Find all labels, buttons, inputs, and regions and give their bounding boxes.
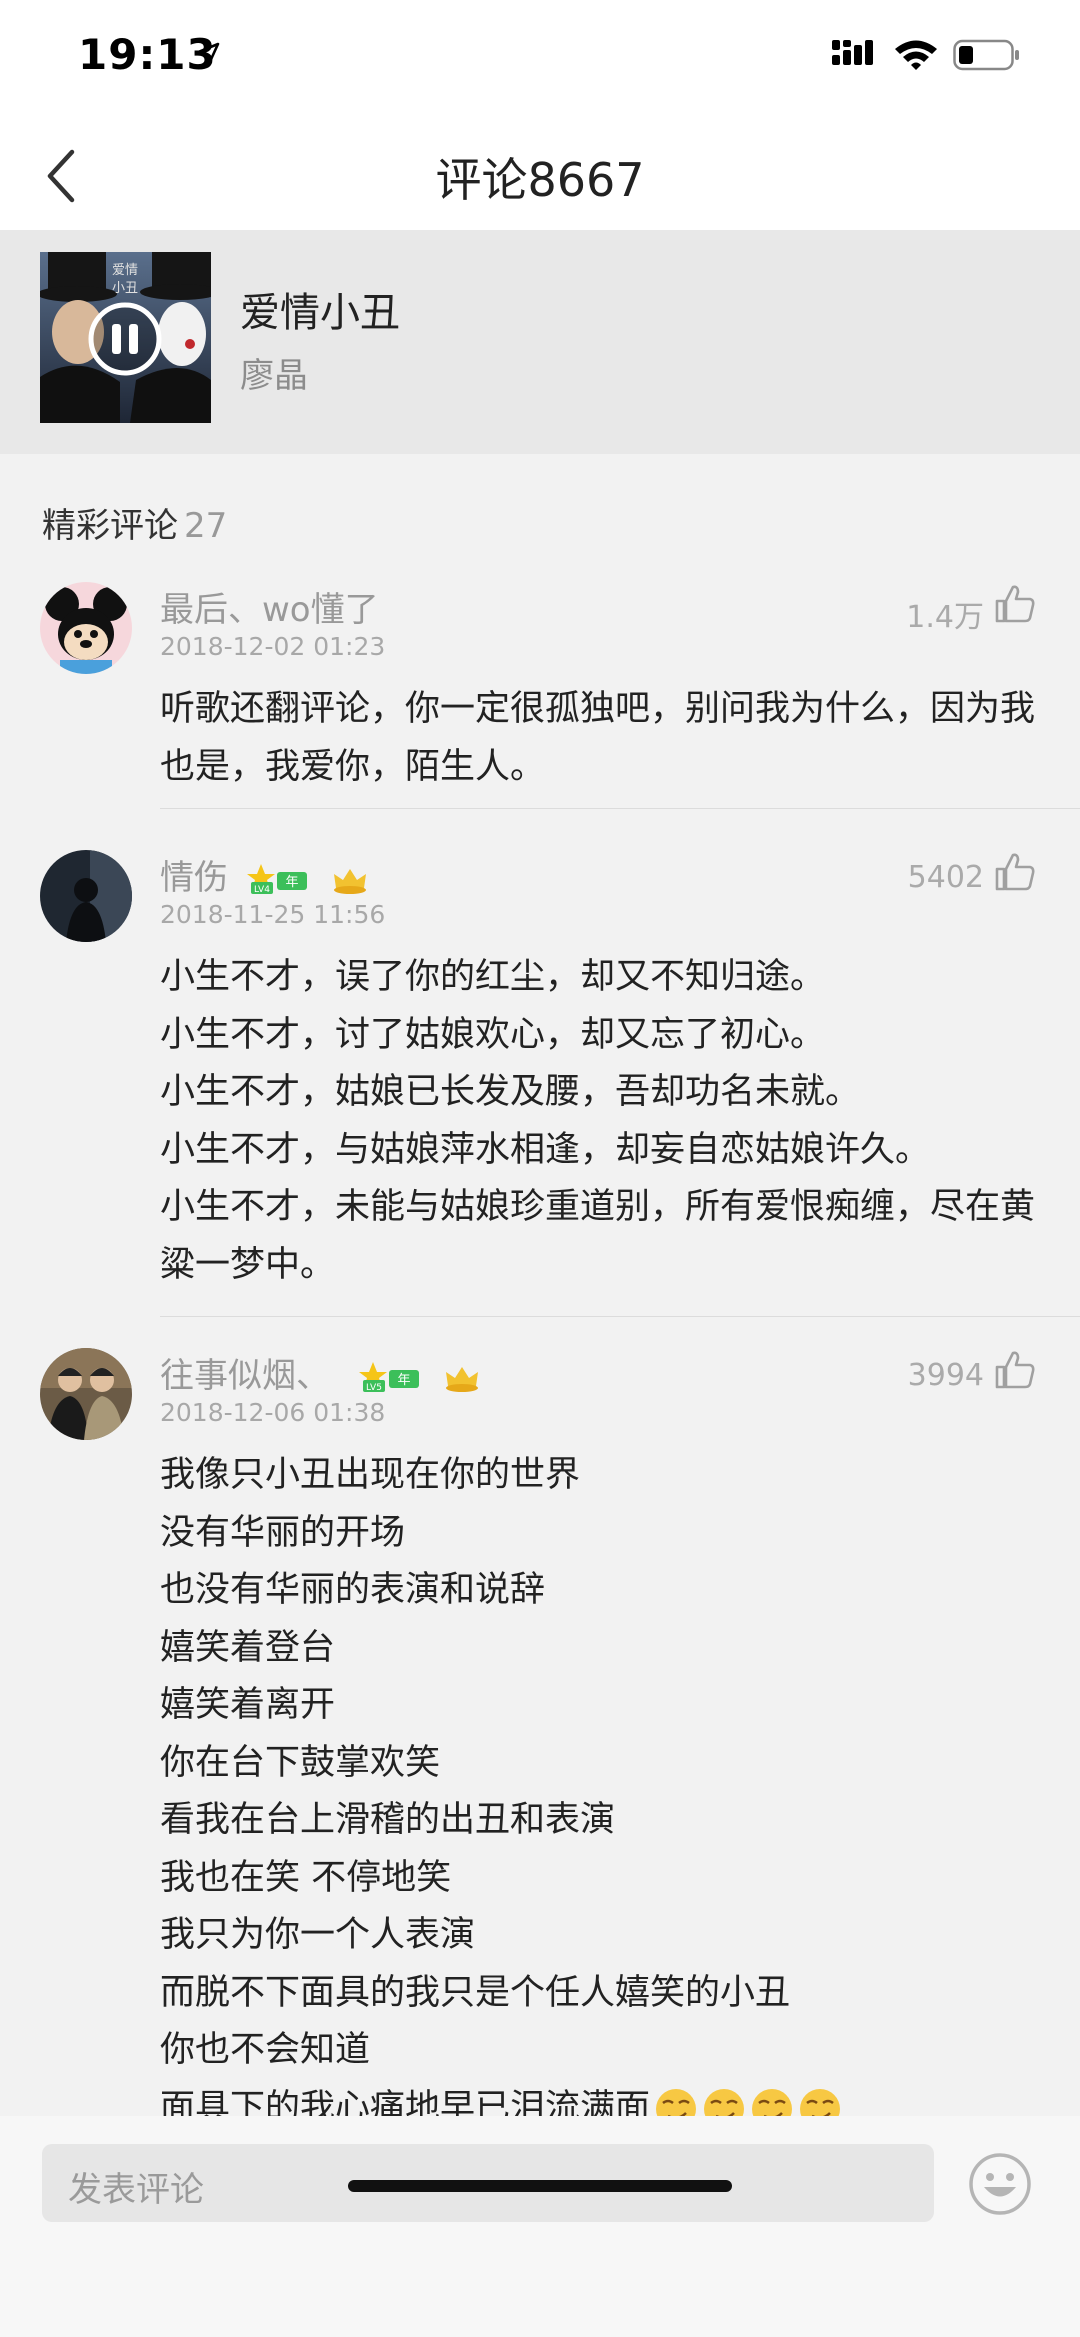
- comment-line: 我只为你一个人表演: [160, 1915, 476, 1955]
- divider: [160, 808, 1080, 809]
- comment-line: 我也在笑 不停地笑: [160, 1857, 452, 1898]
- comment-line: 你在台下鼓掌欢笑: [160, 1742, 441, 1783]
- song-artist[interactable]: 廖晶: [240, 348, 308, 397]
- comment-line: 我像只小丑出现在你的世界: [160, 1455, 581, 1495]
- thumbs-up-icon[interactable]: [994, 584, 1036, 624]
- section-header: 精彩评论 27: [42, 498, 227, 547]
- divider: [160, 1316, 1080, 1317]
- comment-item: 情伤 LV4 年 2018-11-25 11:56 5402 小生不才，误了你的…: [0, 848, 1080, 1318]
- comment-item: 往事似烟、 LV5 年 2018-12-06 01:38 3994 我像只小丑出…: [0, 1346, 1080, 2129]
- nav-bar: 评论8667: [0, 120, 1080, 230]
- comment-line: 你也不会知道: [160, 2030, 371, 2070]
- status-bar: 19:13: [0, 0, 1080, 120]
- comment-composer: 发表评论: [0, 2116, 1080, 2337]
- location-arrow-icon: [194, 42, 220, 68]
- username-text: 情伤: [160, 858, 228, 898]
- vip-level-badge: LV4 年: [246, 863, 307, 895]
- vip-level-badge: LV5 年: [358, 1361, 419, 1393]
- comment-line: 也没有华丽的表演和说辞: [160, 1570, 546, 1610]
- comment-line: 而脱不下面具的我只是个任人嬉笑的小丑: [160, 1972, 791, 2013]
- comment-line: 看我在台上滑稽的出丑和表演: [160, 1800, 616, 1840]
- comment-line: 小生不才，姑娘已长发及腰，吾却功名未就。: [160, 1072, 861, 1112]
- signal-icon: [832, 40, 873, 65]
- section-count: 27: [184, 506, 228, 546]
- comment-line: 没有华丽的开场: [160, 1512, 406, 1553]
- comment-text: 小生不才，误了你的红尘，却又不知归途。 小生不才，讨了姑娘欢心，却又忘了初心。 …: [160, 949, 1045, 1294]
- svg-text:小丑: 小丑: [112, 281, 138, 296]
- album-art: 爱情 小丑: [40, 252, 211, 423]
- comment-line: 小生不才，误了你的红尘，却又不知归途。: [160, 957, 826, 997]
- comment-username[interactable]: 往事似烟、 LV5 年: [160, 1348, 482, 1397]
- page-title: 评论8667: [435, 153, 645, 207]
- thumbs-up-icon[interactable]: [994, 1350, 1036, 1390]
- wifi-icon: [895, 40, 937, 70]
- song-header[interactable]: 爱情 小丑 爱情小丑 廖晶: [0, 230, 1080, 454]
- comment-date: 2018-12-02 01:23: [160, 632, 386, 661]
- home-indicator[interactable]: [348, 2180, 732, 2192]
- svg-text:爱情: 爱情: [112, 263, 138, 278]
- comment-line: 小生不才，讨了姑娘欢心，却又忘了初心。: [160, 1014, 826, 1055]
- thumbs-up-icon[interactable]: [994, 852, 1036, 892]
- comment-text: 我像只小丑出现在你的世界 没有华丽的开场 也没有华丽的表演和说辞 嬉笑着登台 嬉…: [160, 1447, 1045, 2137]
- comment-text: 听歌还翻评论，你一定很孤独吧，别问我为什么，因为我也是，我爱你，陌生人。: [160, 689, 1036, 787]
- album-cover[interactable]: 爱情 小丑: [40, 252, 211, 423]
- crown-icon: [445, 1366, 478, 1392]
- comment-line: 小生不才，与姑娘萍水相逢，却妄自恋姑娘许久。: [160, 1129, 931, 1170]
- comment-date: 2018-12-06 01:38: [160, 1398, 386, 1427]
- comments-page: 19:13 评论8667 爱情 小丑 爱情小丑 廖晶 精彩评论 27 最后、wo…: [0, 0, 1080, 2337]
- like-count: 5402: [907, 860, 984, 895]
- comment-input-placeholder: 发表评论: [68, 2170, 204, 2210]
- like-count: 3994: [907, 1358, 984, 1393]
- comment-date: 2018-11-25 11:56: [160, 900, 386, 929]
- badge-level-text: LV4: [254, 885, 270, 895]
- like-count: 1.4万: [906, 600, 984, 635]
- comment-line: 小生不才，未能与姑娘珍重道别，所有爱恨痴缠，尽在黄粱一梦中。: [160, 1187, 1036, 1285]
- avatar[interactable]: [40, 582, 132, 674]
- smile-face-icon[interactable]: [968, 2152, 1032, 2216]
- badge-year-text: 年: [285, 875, 298, 890]
- comment-line: 嬉笑着离开: [160, 1685, 336, 1725]
- battery-icon: [953, 39, 1019, 71]
- avatar[interactable]: [40, 850, 132, 942]
- comment-username[interactable]: 情伤 LV4 年: [160, 850, 370, 899]
- comment-line: 嬉笑着登台: [160, 1627, 336, 1668]
- song-title: 爱情小丑: [240, 290, 400, 336]
- badge-year-text: 年: [397, 1373, 410, 1388]
- section-label: 精彩评论: [42, 506, 178, 546]
- username-text: 往事似烟、: [160, 1356, 330, 1396]
- comment-item: 最后、wo懂了 2018-12-02 01:23 1.4万 听歌还翻评论，你一定…: [0, 580, 1080, 810]
- badge-level-text: LV5: [366, 1383, 382, 1393]
- avatar[interactable]: [40, 1348, 132, 1440]
- crown-icon: [333, 868, 366, 894]
- comment-username[interactable]: 最后、wo懂了: [160, 582, 379, 631]
